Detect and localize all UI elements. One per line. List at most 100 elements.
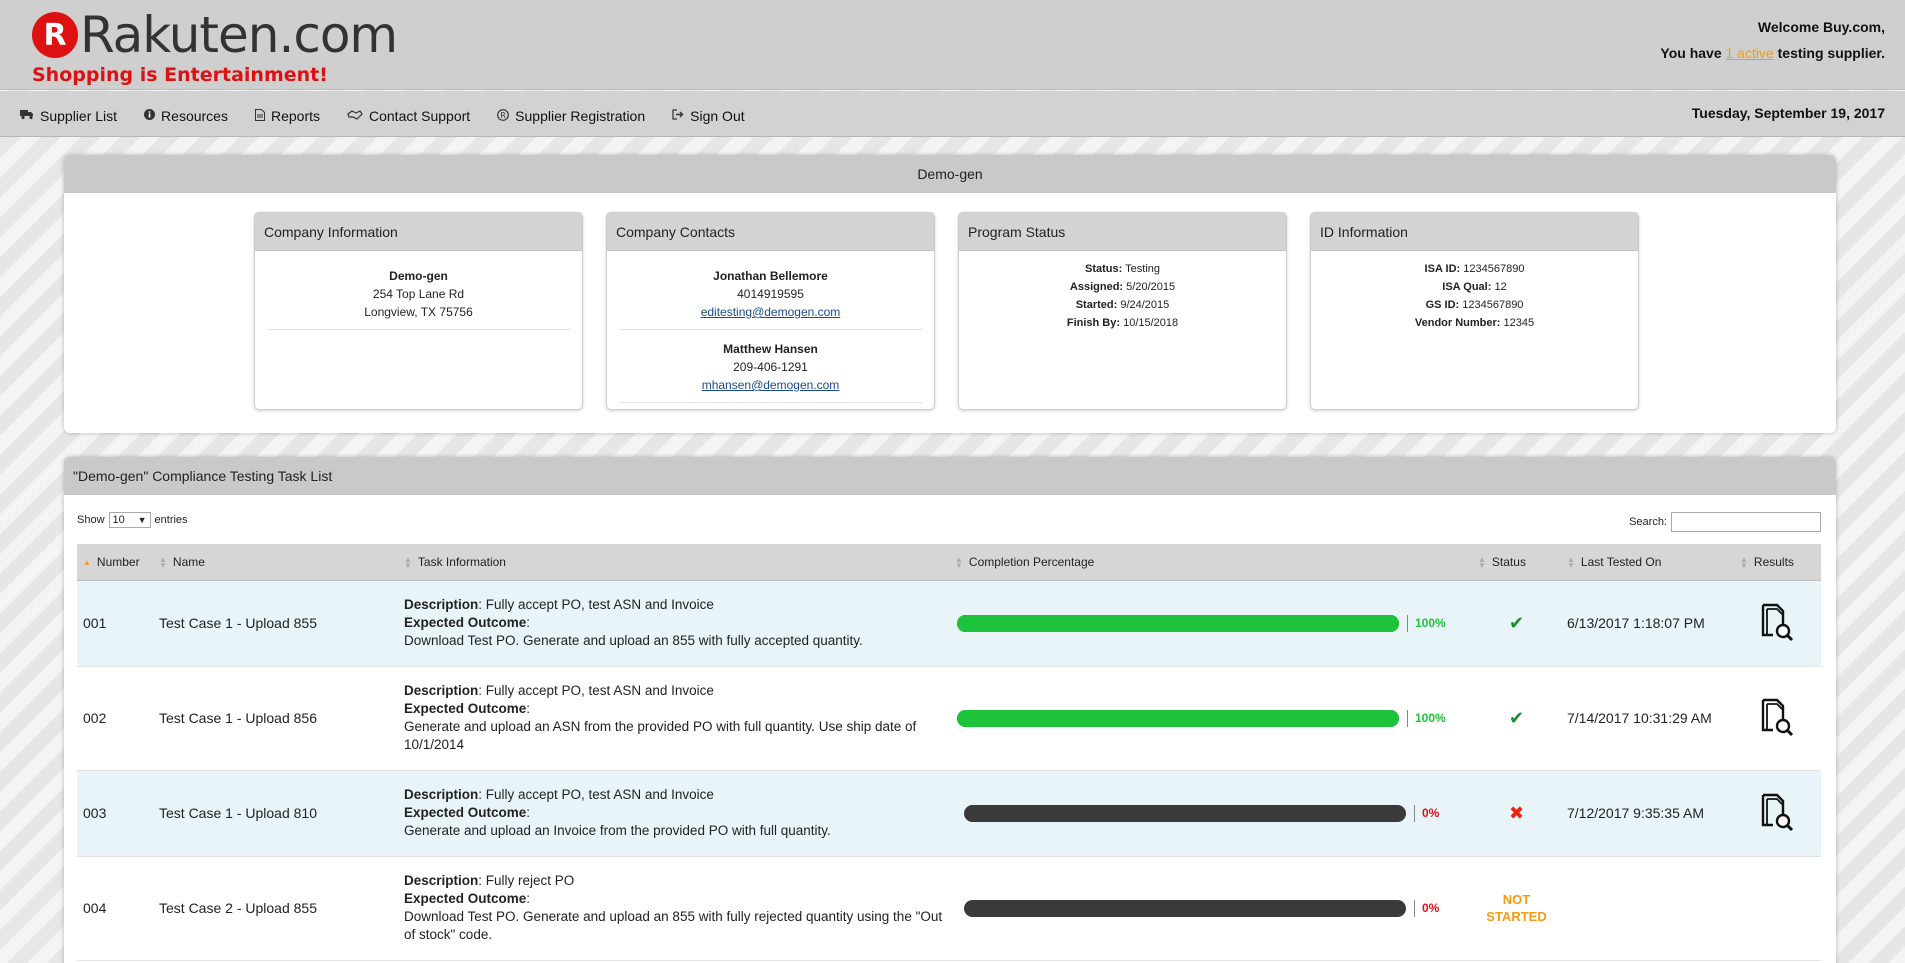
- task-number: 003: [83, 805, 107, 821]
- contact-email-link[interactable]: mhansen@demogen.com: [702, 378, 840, 392]
- isa-qual-row: ISA Qual: 12: [1442, 281, 1507, 293]
- view-results-icon[interactable]: [1761, 793, 1795, 833]
- column-status[interactable]: ▲ ▼ Status: [1472, 544, 1561, 581]
- task-name: Test Case 1 - Upload 856: [159, 710, 317, 726]
- task-information: Description: Fully accept PO, test ASN a…: [404, 597, 863, 648]
- welcome-text: Welcome Buy.com,: [1757, 19, 1885, 35]
- last-tested-on: [1561, 856, 1734, 960]
- sort-icon: ▲ ▼: [1567, 554, 1575, 570]
- finish-by-row: Finish By: 10/15/2018: [1066, 317, 1179, 329]
- table-row[interactable]: 002 Test Case 1 - Upload 856 Description…: [77, 666, 1821, 770]
- logo-tagline: Shopping is Entertainment!: [32, 64, 328, 86]
- task-information: Description: Fully reject PO Expected Ou…: [404, 873, 943, 942]
- task-results[interactable]: [1734, 580, 1821, 666]
- table-row[interactable]: 001 Test Case 1 - Upload 855 Description…: [77, 580, 1821, 666]
- task-name: Test Case 1 - Upload 810: [159, 805, 317, 821]
- status-row: Status: Testing: [1085, 263, 1160, 275]
- task-name: Test Case 1 - Upload 855: [159, 615, 317, 631]
- company-panel-title: Demo-gen: [64, 155, 1836, 193]
- nav-supplier-registration-label: Supplier Registration: [515, 108, 646, 124]
- column-number[interactable]: ▲ Number: [77, 544, 153, 581]
- progress-fill: [957, 709, 1399, 727]
- task-results: [1734, 856, 1821, 960]
- company-panel: Demo-gen Company Information Demo-gen 25…: [64, 155, 1836, 433]
- gs-id-row: GS ID: 1234567890: [1425, 299, 1524, 311]
- nav-reports[interactable]: Reports: [254, 108, 320, 124]
- contact-email-link[interactable]: editesting@demogen.com: [701, 305, 841, 319]
- task-list-panel: "Demo-gen" Compliance Testing Task List …: [64, 457, 1836, 963]
- nav-supplier-list-label: Supplier List: [40, 108, 118, 124]
- show-entries-control: Show 10 ▼ entries: [77, 512, 188, 528]
- table-row[interactable]: 004 Test Case 2 - Upload 855 Description…: [77, 856, 1821, 960]
- company-information-header: Company Information: [255, 213, 582, 251]
- nav-contact-support[interactable]: Contact Support: [347, 108, 470, 124]
- task-results[interactable]: [1734, 666, 1821, 770]
- contact-phone: 209-406-1291: [733, 360, 808, 374]
- view-results-icon[interactable]: [1761, 603, 1795, 643]
- sort-icon: ▲ ▼: [159, 554, 167, 570]
- column-completion-percentage[interactable]: ▲ ▼ Completion Percentage: [949, 544, 1472, 581]
- column-results[interactable]: ▲ ▼ Results: [1734, 544, 1821, 581]
- check-icon: ✔: [1508, 707, 1525, 728]
- x-icon: ✖: [1508, 802, 1525, 823]
- company-address-line2: Longview, TX 75756: [364, 305, 473, 319]
- contact-name: Matthew Hansen: [723, 342, 818, 356]
- divider: [619, 402, 922, 403]
- isa-id-row: ISA ID: 1234567890: [1424, 263, 1525, 275]
- handshake-icon: [347, 109, 363, 123]
- divider: [267, 329, 570, 330]
- main-nav: Supplier List Resources Reports Contact …: [0, 91, 1905, 137]
- entries-select[interactable]: 10 ▼: [108, 512, 151, 528]
- nav-supplier-list[interactable]: Supplier List: [20, 108, 117, 124]
- nav-supplier-registration[interactable]: R Supplier Registration: [497, 108, 645, 124]
- nav-resources[interactable]: Resources: [144, 108, 228, 124]
- completion-percentage: 0%: [949, 770, 1472, 856]
- info-icon: [144, 109, 156, 123]
- column-last-tested-on[interactable]: ▲ ▼ Last Tested On: [1561, 544, 1734, 581]
- contact-name: Jonathan Bellemore: [713, 269, 828, 283]
- show-label: Show: [77, 514, 105, 526]
- search-input[interactable]: [1671, 512, 1821, 532]
- logo-text: Rakuten.com: [80, 6, 398, 64]
- rakuten-logo[interactable]: R Rakuten.com Shopping is Entertainment!: [32, 6, 398, 86]
- not-started-badge: NOT STARTED: [1486, 892, 1547, 924]
- completion-percentage: 0%: [949, 856, 1472, 960]
- progress-bar: [957, 614, 1399, 632]
- contact-phone: 4014919595: [737, 287, 804, 301]
- company-contacts-card: Company Contacts Jonathan Bellemore 4014…: [606, 212, 935, 410]
- column-task-information[interactable]: ▲ ▼ Task Information: [398, 544, 949, 581]
- task-number: 001: [83, 615, 107, 631]
- supplier-prefix: You have: [1660, 45, 1722, 61]
- task-table: ▲ Number ▲ ▼ Name ▲ ▼ Task Information ▲ ▼ Comp…: [77, 544, 1821, 961]
- progress-bar: [957, 709, 1399, 727]
- percent-label: 100%: [1407, 614, 1446, 632]
- task-results[interactable]: [1734, 770, 1821, 856]
- task-list-title: "Demo-gen" Compliance Testing Task List: [64, 457, 1836, 495]
- completion-percentage: 100%: [949, 666, 1472, 770]
- percent-label: 0%: [1414, 804, 1439, 822]
- last-tested-on: 7/12/2017 9:35:35 AM: [1567, 805, 1704, 821]
- table-header-row: ▲ Number ▲ ▼ Name ▲ ▼ Task Information ▲ ▼ Comp…: [77, 544, 1821, 581]
- progress-fill: [957, 614, 1399, 632]
- nav-sign-out[interactable]: Sign Out: [672, 108, 745, 124]
- active-suppliers-link[interactable]: 1 active: [1726, 45, 1774, 61]
- task-name: Test Case 2 - Upload 855: [159, 900, 317, 916]
- entries-label: entries: [154, 514, 188, 526]
- nav-resources-label: Resources: [161, 108, 228, 124]
- started-row: Started: 9/24/2015: [1075, 299, 1170, 311]
- company-information-card: Company Information Demo-gen 254 Top Lan…: [254, 212, 583, 410]
- sort-asc-icon: ▲: [83, 557, 91, 567]
- task-information: Description: Fully accept PO, test ASN a…: [404, 787, 831, 838]
- program-status-header: Program Status: [959, 213, 1286, 251]
- document-icon: [254, 108, 265, 124]
- search-label: Search:: [1629, 516, 1667, 528]
- view-results-icon[interactable]: [1761, 698, 1795, 738]
- task-number: 002: [83, 710, 107, 726]
- nav-contact-support-label: Contact Support: [369, 108, 471, 124]
- column-name[interactable]: ▲ ▼ Name: [153, 544, 398, 581]
- table-row[interactable]: 003 Test Case 1 - Upload 810 Description…: [77, 770, 1821, 856]
- task-information: Description: Fully accept PO, test ASN a…: [404, 683, 917, 752]
- task-number: 004: [83, 900, 107, 916]
- svg-text:R: R: [500, 110, 506, 119]
- company-address-line1: 254 Top Lane Rd: [372, 287, 465, 301]
